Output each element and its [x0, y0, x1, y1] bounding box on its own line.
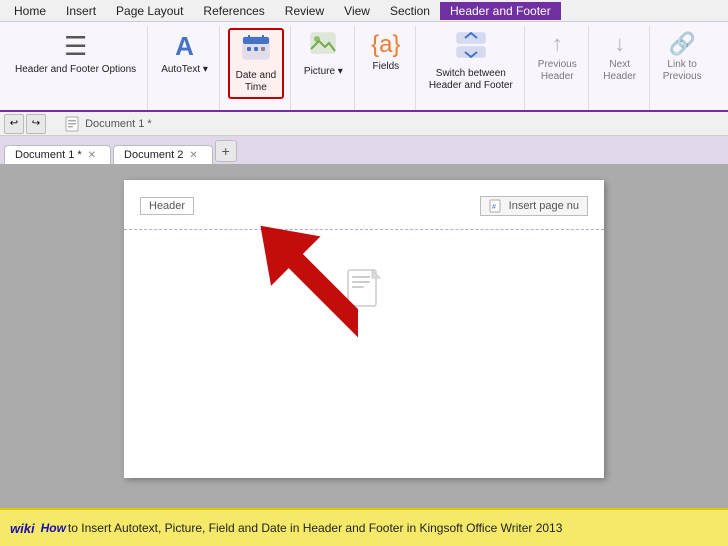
calendar-icon [241, 33, 271, 68]
tab-document1[interactable]: Document 1 * ✕ [4, 145, 111, 164]
tab-document2[interactable]: Document 2 ✕ [113, 145, 213, 164]
tab-document1-label: Document 1 * [15, 149, 82, 161]
menu-header-footer[interactable]: Header and Footer [440, 2, 561, 20]
switch-label: Switch betweenHeader and Footer [429, 68, 513, 92]
document-area: Header # Insert page nu [0, 164, 728, 494]
menu-view[interactable]: View [334, 2, 380, 20]
fields-icon: {a} [371, 31, 400, 59]
document-page: Header # Insert page nu [124, 180, 604, 478]
menu-bar: Home Insert Page Layout References Revie… [0, 0, 728, 22]
fields-label: Fields [372, 61, 399, 73]
autotext-icon: A [175, 31, 194, 62]
ribbon-group-link: 🔗 Link toPrevious [652, 26, 713, 110]
document-body-icon [344, 268, 384, 312]
svg-text:#: # [492, 204, 496, 211]
toolbar-undo[interactable]: ↩ [4, 114, 24, 134]
menu-page-layout[interactable]: Page Layout [106, 2, 193, 20]
insert-page-number-button[interactable]: # Insert page nu [480, 196, 588, 216]
date-time-label: Date andTime [236, 70, 277, 94]
wiki-logo: wiki [10, 521, 35, 536]
doc-indicator: Document 1 * [58, 116, 158, 132]
caption-bar: wiki How to Insert Autotext, Picture, Fi… [0, 508, 728, 546]
switch-header-footer-button[interactable]: Switch betweenHeader and Footer [424, 28, 518, 95]
document-body [124, 230, 604, 350]
ribbon-group-datetime: Date andTime [222, 26, 291, 110]
tab-document1-close[interactable]: ✕ [88, 150, 96, 161]
doc-name-label: Document 1 * [85, 117, 152, 129]
tab-document2-close[interactable]: ✕ [189, 150, 197, 161]
header-footer-options-label: Header and Footer Options [15, 64, 136, 76]
link-icon: 🔗 [668, 31, 695, 57]
link-label: Link toPrevious [663, 59, 702, 83]
next-icon: ↓ [614, 31, 625, 57]
picture-icon [309, 31, 337, 64]
ribbon-group-autotext: A AutoText ▾ [150, 26, 220, 110]
menu-insert[interactable]: Insert [56, 2, 106, 20]
tab-add-button[interactable]: + [215, 140, 237, 162]
next-header-button[interactable]: ↓ NextHeader [597, 28, 643, 90]
caption-text: to Insert Autotext, Picture, Field and D… [68, 521, 562, 535]
ribbon-group-picture: Picture ▾ [293, 26, 355, 110]
ribbon: ☰ Header and Footer Options A AutoText ▾ [0, 22, 728, 112]
picture-button[interactable]: Picture ▾ [299, 28, 348, 90]
how-label: How [41, 521, 66, 535]
autotext-button[interactable]: A AutoText ▾ [156, 28, 213, 90]
toolbar-redo[interactable]: ↪ [26, 114, 46, 134]
tab-bar: Document 1 * ✕ Document 2 ✕ + [0, 136, 728, 164]
document-header-region: Header # Insert page nu [124, 180, 604, 230]
menu-review[interactable]: Review [275, 2, 334, 20]
date-time-button[interactable]: Date andTime [228, 28, 284, 99]
tab-document2-label: Document 2 [124, 149, 183, 161]
link-to-previous-button[interactable]: 🔗 Link toPrevious [658, 28, 707, 90]
previous-label: PreviousHeader [538, 59, 577, 83]
autotext-label: AutoText ▾ [161, 64, 208, 76]
header-footer-options-button[interactable]: ☰ Header and Footer Options [10, 28, 141, 90]
fields-button[interactable]: {a} Fields [363, 28, 409, 90]
insert-page-label: Insert page nu [509, 200, 579, 212]
ribbon-group-next: ↓ NextHeader [591, 26, 650, 110]
next-label: NextHeader [603, 59, 636, 83]
picture-label: Picture ▾ [304, 66, 343, 78]
ribbon-group-switch: Switch betweenHeader and Footer [418, 26, 525, 110]
ribbon-group-options: ☰ Header and Footer Options [4, 26, 148, 110]
menu-home[interactable]: Home [4, 2, 56, 20]
ribbon-group-previous: ↑ PreviousHeader [527, 26, 589, 110]
header-label: Header [140, 197, 194, 215]
menu-references[interactable]: References [193, 2, 274, 20]
menu-section[interactable]: Section [380, 2, 440, 20]
switch-icon [455, 31, 487, 66]
ribbon-group-fields: {a} Fields [357, 26, 416, 110]
previous-header-button[interactable]: ↑ PreviousHeader [533, 28, 582, 90]
header-footer-options-icon: ☰ [64, 31, 87, 62]
previous-icon: ↑ [552, 31, 563, 57]
toolbar-bar: ↩ ↪ Document 1 * [0, 112, 728, 136]
